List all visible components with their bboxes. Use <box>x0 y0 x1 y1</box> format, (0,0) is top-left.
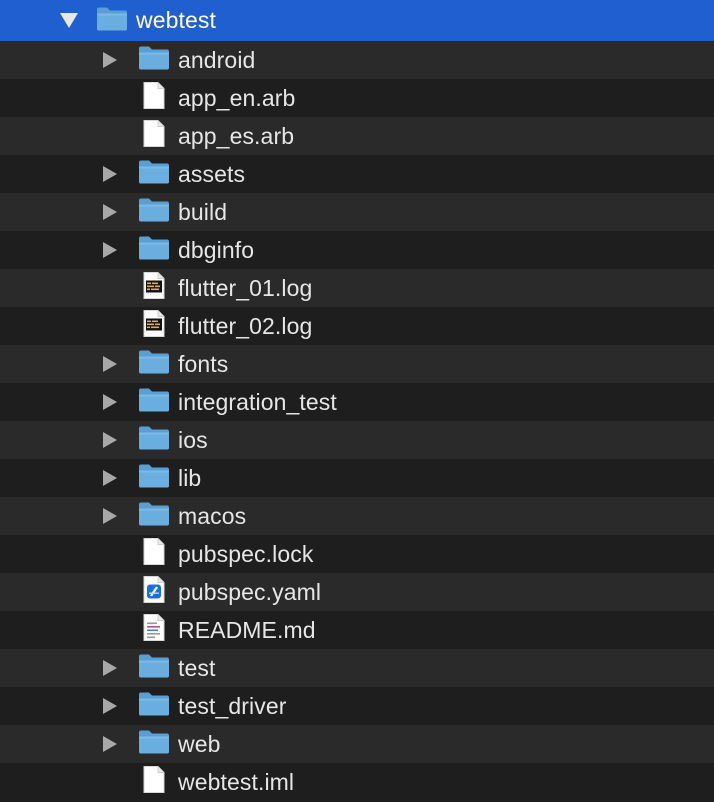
tree-row-label: webtest.iml <box>178 769 295 795</box>
tree-row-label: integration_test <box>178 389 337 415</box>
folder-icon <box>138 729 170 760</box>
xcode-file-icon <box>143 576 165 609</box>
disclosure-triangle-collapsed-icon[interactable] <box>103 204 117 220</box>
tree-row-label: dbginfo <box>178 237 255 263</box>
folder-icon <box>138 691 170 722</box>
disclosure-triangle-collapsed-icon[interactable] <box>103 394 117 410</box>
folder-icon <box>138 387 170 418</box>
tree-row-label: web <box>178 731 221 757</box>
tree-row-root[interactable]: webtest <box>0 0 714 41</box>
tree-row[interactable]: fonts <box>0 345 714 383</box>
disclosure-triangle-collapsed-icon[interactable] <box>103 736 117 752</box>
tree-row-label: pubspec.yaml <box>178 579 322 605</box>
tree-row[interactable]: web <box>0 725 714 763</box>
folder-icon <box>96 5 128 36</box>
markdown-file-icon <box>143 614 165 647</box>
document-icon <box>143 766 165 799</box>
tree-row[interactable]: README.md <box>0 611 714 649</box>
folder-icon <box>138 159 170 190</box>
tree-row-label: assets <box>178 161 246 187</box>
tree-row[interactable]: build <box>0 193 714 231</box>
disclosure-triangle-collapsed-icon[interactable] <box>103 356 117 372</box>
tree-row-label: app_en.arb <box>178 85 296 111</box>
tree-row-label: test_driver <box>178 693 287 719</box>
folder-icon <box>138 463 170 494</box>
disclosure-triangle-expanded-icon[interactable] <box>60 13 78 28</box>
tree-row[interactable]: lib <box>0 459 714 497</box>
tree-row[interactable]: pubspec.yaml <box>0 573 714 611</box>
folder-icon <box>138 653 170 684</box>
folder-icon <box>138 45 170 76</box>
document-icon <box>143 82 165 115</box>
tree-row[interactable]: webtest.iml <box>0 763 714 801</box>
tree-row[interactable]: flutter_01.log <box>0 269 714 307</box>
tree-row[interactable]: test <box>0 649 714 687</box>
tree-row-label: flutter_02.log <box>178 313 313 339</box>
folder-icon <box>138 197 170 228</box>
tree-row[interactable]: macos <box>0 497 714 535</box>
tree-row[interactable]: app_en.arb <box>0 79 714 117</box>
tree-row[interactable]: assets <box>0 155 714 193</box>
tree-row-label: webtest <box>136 7 216 33</box>
tree-row[interactable]: pubspec.lock <box>0 535 714 573</box>
tree-row-label: app_es.arb <box>178 123 295 149</box>
tree-row-label: macos <box>178 503 247 529</box>
folder-icon <box>138 235 170 266</box>
tree-row-label: build <box>178 199 228 225</box>
log-file-icon <box>143 272 165 305</box>
tree-row[interactable]: dbginfo <box>0 231 714 269</box>
tree-row[interactable]: flutter_02.log <box>0 307 714 345</box>
tree-row-label: lib <box>178 465 202 491</box>
tree-row[interactable]: ios <box>0 421 714 459</box>
tree-row[interactable]: android <box>0 41 714 79</box>
disclosure-triangle-collapsed-icon[interactable] <box>103 470 117 486</box>
disclosure-triangle-collapsed-icon[interactable] <box>103 508 117 524</box>
folder-icon <box>138 349 170 380</box>
disclosure-triangle-collapsed-icon[interactable] <box>103 242 117 258</box>
disclosure-triangle-collapsed-icon[interactable] <box>103 660 117 676</box>
tree-row[interactable]: test_driver <box>0 687 714 725</box>
disclosure-triangle-collapsed-icon[interactable] <box>103 698 117 714</box>
document-icon <box>143 538 165 571</box>
tree-row-label: README.md <box>178 617 316 643</box>
tree-row[interactable]: app_es.arb <box>0 117 714 155</box>
tree-row-label: android <box>178 47 256 73</box>
disclosure-triangle-collapsed-icon[interactable] <box>103 432 117 448</box>
tree-row-label: pubspec.lock <box>178 541 314 567</box>
disclosure-triangle-collapsed-icon[interactable] <box>103 166 117 182</box>
disclosure-triangle-collapsed-icon[interactable] <box>103 52 117 68</box>
folder-icon <box>138 501 170 532</box>
folder-icon <box>138 425 170 456</box>
tree-row-label: flutter_01.log <box>178 275 313 301</box>
tree-row-label: fonts <box>178 351 229 377</box>
tree-row-label: ios <box>178 427 208 453</box>
tree-row-label: test <box>178 655 216 681</box>
log-file-icon <box>143 310 165 343</box>
document-icon <box>143 120 165 153</box>
file-tree: webtest android app_en.arb app_es.arb as… <box>0 0 714 802</box>
tree-row[interactable]: integration_test <box>0 383 714 421</box>
